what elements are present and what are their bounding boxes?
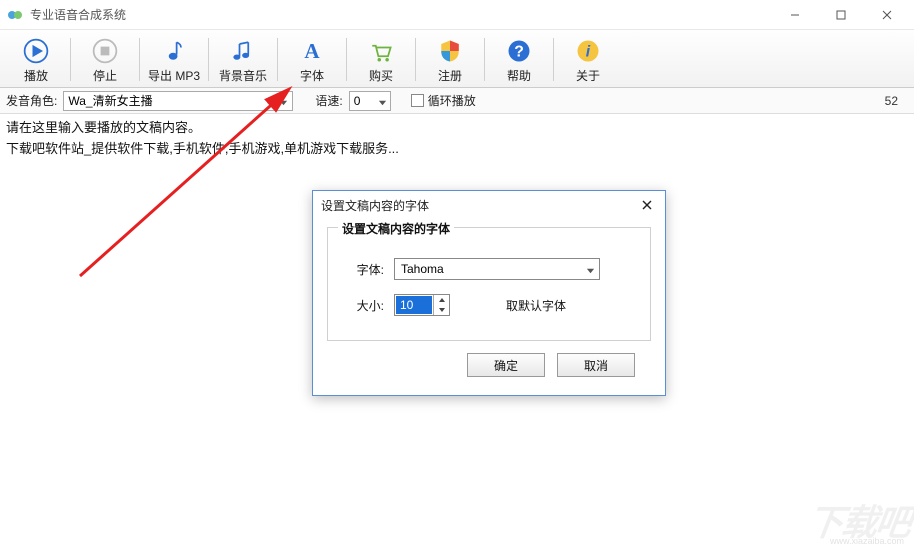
font-group: 设置文稿内容的字体 字体: Tahoma 大小: 10 取默认字体 [327,227,651,341]
watermark-url: www.xiazaiba.com [830,536,904,546]
options-bar: 发音角色: Wa_清新女主播 语速: 0 循环播放 52 [0,88,914,114]
music-note-icon [160,35,188,67]
size-spinner[interactable] [433,295,449,315]
speed-select[interactable]: 0 [349,91,391,111]
ok-button[interactable]: 确定 [467,353,545,377]
chevron-down-icon [378,96,387,110]
svg-text:?: ? [514,43,524,60]
bgm-label: 背景音乐 [219,67,267,85]
window-buttons [772,0,910,30]
editor-line: 请在这里输入要播放的文稿内容。 [6,118,908,139]
cart-icon [367,35,395,67]
play-button[interactable]: 播放 [4,32,68,87]
stop-icon [91,35,119,67]
font-label: 字体 [300,67,324,85]
font-button[interactable]: A 字体 [280,32,344,87]
dialog-titlebar: 设置文稿内容的字体 [313,191,665,219]
help-button[interactable]: ? 帮助 [487,32,551,87]
help-label: 帮助 [507,67,531,85]
export-mp3-button[interactable]: 导出 MP3 [142,32,206,87]
svg-text:A: A [304,39,320,63]
toolbar: 播放 停止 导出 MP3 背景音乐 A 字体 购买 注册 ? 帮助 i 关于 [0,30,914,88]
chevron-down-icon [279,96,288,110]
font-select[interactable]: Tahoma [394,258,600,280]
register-label: 注册 [438,67,462,85]
info-icon: i [574,35,602,67]
app-icon [8,7,24,23]
dialog-close-button[interactable] [637,195,657,215]
titlebar: 专业语音合成系统 [0,0,914,30]
window-title: 专业语音合成系统 [30,6,126,23]
speed-value: 0 [354,94,361,108]
maximize-button[interactable] [818,0,864,30]
font-value: Tahoma [401,262,444,276]
chevron-down-icon [586,264,595,278]
minimize-button[interactable] [772,0,818,30]
stop-button[interactable]: 停止 [73,32,137,87]
char-counter: 52 [885,94,908,108]
spinner-up-icon[interactable] [434,295,449,305]
play-label: 播放 [24,67,48,85]
font-field-label: 字体: [344,261,384,278]
about-label: 关于 [576,67,600,85]
spinner-down-icon[interactable] [434,305,449,315]
group-title: 设置文稿内容的字体 [338,220,454,237]
about-button[interactable]: i 关于 [556,32,620,87]
stop-label: 停止 [93,67,117,85]
close-icon [642,200,652,210]
font-icon: A [298,35,326,67]
register-button[interactable]: 注册 [418,32,482,87]
loop-label: 循环播放 [428,92,476,109]
play-icon [22,35,50,67]
export-label: 导出 MP3 [148,67,200,85]
bgm-icon [229,35,257,67]
loop-checkbox[interactable] [411,94,424,107]
cancel-button[interactable]: 取消 [557,353,635,377]
role-label: 发音角色: [6,92,57,109]
size-input[interactable]: 10 [394,294,450,316]
svg-text:i: i [586,43,591,60]
role-select[interactable]: Wa_清新女主播 [63,91,293,111]
buy-label: 购买 [369,67,393,85]
help-icon: ? [505,35,533,67]
editor-line: 下载吧软件站_提供软件下载,手机软件,手机游戏,单机游戏下载服务... [6,139,908,160]
dialog-title: 设置文稿内容的字体 [321,197,429,214]
bgm-button[interactable]: 背景音乐 [211,32,275,87]
font-dialog: 设置文稿内容的字体 设置文稿内容的字体 字体: Tahoma 大小: 10 [312,190,666,396]
default-font-link[interactable]: 取默认字体 [506,297,566,314]
shield-icon [436,35,464,67]
speed-label: 语速: [315,92,342,109]
size-value: 10 [396,296,432,314]
size-field-label: 大小: [344,297,384,314]
close-button[interactable] [864,0,910,30]
buy-button[interactable]: 购买 [349,32,413,87]
role-value: Wa_清新女主播 [68,92,152,109]
